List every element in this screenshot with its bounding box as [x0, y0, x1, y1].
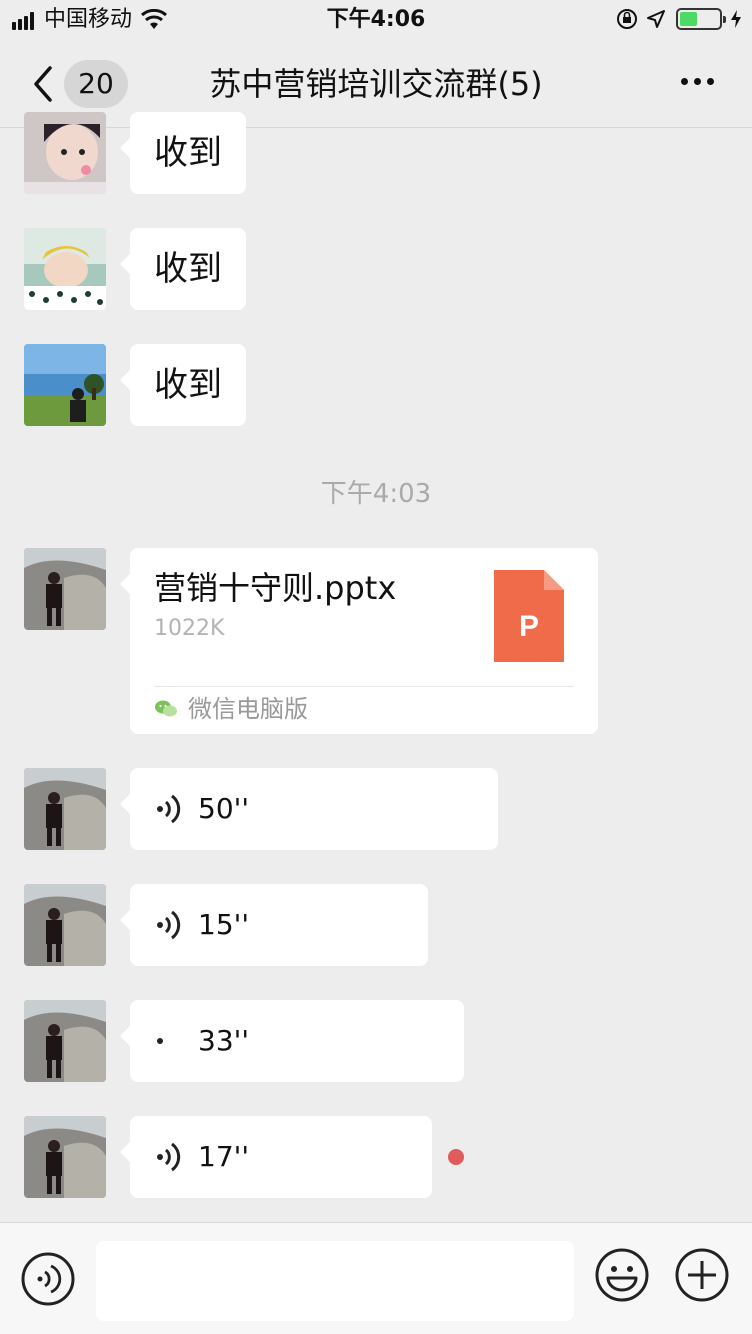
chat-message: 营销十守则.pptx 1022K P 微信电脑版 — [0, 548, 752, 734]
avatar[interactable] — [24, 884, 106, 966]
unread-voice-dot — [448, 1149, 464, 1165]
status-bar: 中国移动 下午4:06 — [0, 0, 752, 40]
file-source-label: 微信电脑版 — [188, 695, 308, 723]
chat-message: 收到 — [0, 344, 752, 426]
orientation-lock-icon — [617, 9, 637, 29]
voice-duration: 15'' — [198, 908, 250, 941]
voice-duration: 50'' — [198, 792, 250, 825]
avatar[interactable] — [24, 1000, 106, 1082]
voice-message-bubble[interactable]: 17'' — [120, 1116, 432, 1198]
file-divider — [154, 686, 574, 687]
avatar[interactable] — [24, 1116, 106, 1198]
more-dot — [707, 78, 714, 85]
voice-message-bubble-playing[interactable]: 33'' — [120, 1000, 464, 1082]
text-bubble[interactable]: 收到 — [120, 228, 246, 310]
plus-icon[interactable] — [674, 1247, 730, 1303]
avatar[interactable] — [24, 228, 106, 310]
more-options-button[interactable] — [675, 78, 714, 85]
chat-message: 收到 — [0, 112, 752, 194]
status-right — [608, 8, 742, 30]
file-size: 1022K — [154, 616, 225, 641]
location-arrow-icon — [647, 10, 665, 28]
battery-icon — [676, 8, 726, 30]
chat-message: 33'' — [0, 1000, 752, 1082]
voice-playing-icon — [157, 1038, 163, 1044]
more-dot — [681, 78, 688, 85]
avatar[interactable] — [24, 768, 106, 850]
avatar[interactable] — [24, 344, 106, 426]
chat-message: 15'' — [0, 884, 752, 966]
text-bubble[interactable]: 收到 — [120, 112, 246, 194]
charging-bolt-icon — [731, 10, 741, 28]
message-input[interactable] — [96, 1241, 574, 1321]
more-dot — [694, 78, 701, 85]
voice-message-bubble[interactable]: 15'' — [120, 884, 428, 966]
file-name: 营销十守则.pptx — [154, 569, 397, 607]
voice-wave-icon — [157, 1142, 181, 1172]
unread-count-badge[interactable]: 20 — [64, 60, 128, 108]
avatar[interactable] — [24, 112, 106, 194]
chat-message: 50'' — [0, 768, 752, 850]
voice-wave-icon — [157, 910, 181, 940]
chat-title: 苏中营销培训交流群(5) — [209, 65, 543, 103]
battery-fill — [680, 12, 698, 26]
avatar[interactable] — [24, 548, 106, 630]
file-message-bubble[interactable]: 营销十守则.pptx 1022K P 微信电脑版 — [120, 548, 598, 734]
voice-duration: 33'' — [198, 1024, 250, 1057]
svg-text:P: P — [519, 610, 539, 643]
voice-wave-icon — [157, 794, 181, 824]
pptx-file-icon: P — [494, 570, 564, 662]
chat-message: 收到 — [0, 228, 752, 310]
chat-timestamp: 下午4:03 — [320, 479, 432, 509]
back-chevron-icon[interactable] — [28, 62, 58, 106]
text-bubble[interactable]: 收到 — [120, 344, 246, 426]
emoji-icon[interactable] — [594, 1247, 650, 1303]
chat-input-bar — [0, 1222, 752, 1334]
voice-message-bubble[interactable]: 50'' — [120, 768, 498, 850]
wechat-logo-icon — [155, 700, 177, 717]
voice-duration: 17'' — [198, 1140, 250, 1173]
voice-input-toggle-icon[interactable] — [20, 1251, 76, 1307]
chat-message: 17'' — [0, 1116, 752, 1198]
